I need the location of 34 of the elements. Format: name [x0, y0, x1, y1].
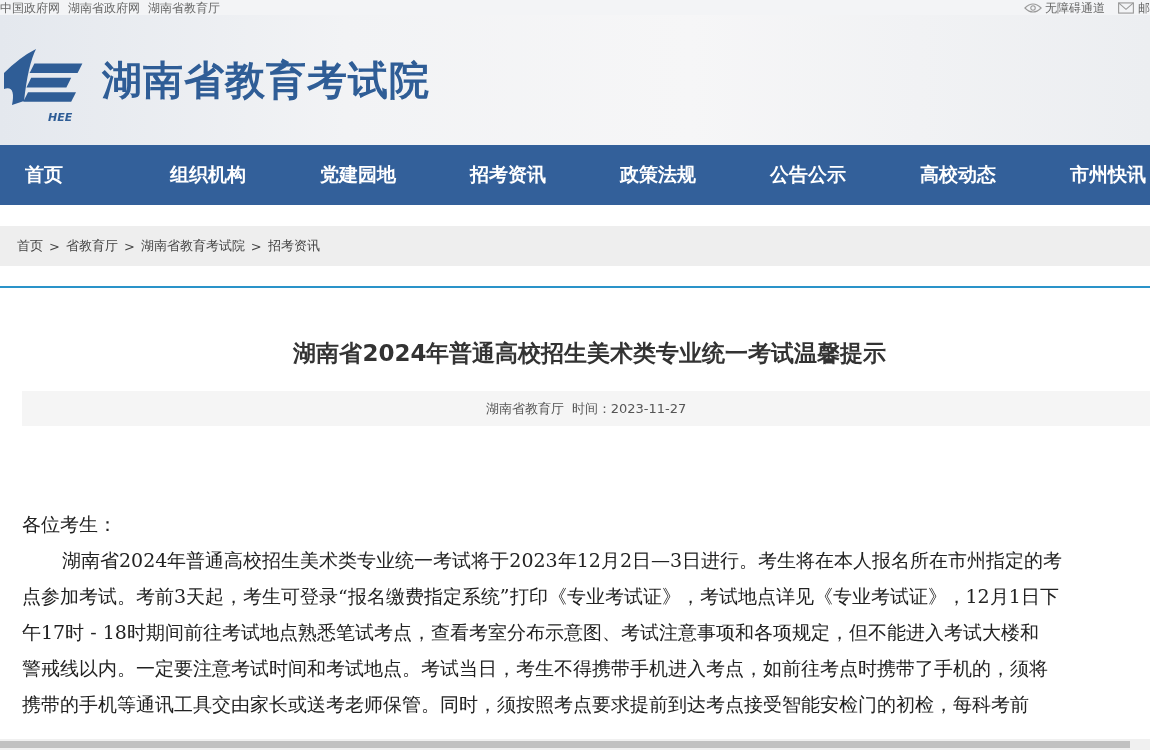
- mail-icon: [1117, 1, 1135, 14]
- paragraph-line: 湖南省2024年普通高校招生美术类专业统一考试将于2023年12月2日—3日进行。考生将在本人报名所在市州指定的考: [61, 548, 1064, 573]
- breadcrumb-separator: >: [250, 238, 262, 254]
- paragraph-line: 午17时 - 18时期间前往考试地点熟悉笔试考点，查看考室分布示意图、考试注意事项和各项规定，但不能进入考试大楼和: [22, 620, 1040, 645]
- top-link[interactable]: 湖南省教育厅: [148, 0, 220, 15]
- eye-icon: [1024, 1, 1042, 14]
- nav-item[interactable]: 公告公示: [750, 162, 900, 188]
- article-source: 湖南省教育厅: [485, 399, 564, 418]
- breadcrumb-link[interactable]: 省教育厅: [65, 237, 118, 255]
- greeting-text: 各位考生：: [22, 512, 118, 537]
- breadcrumb-link[interactable]: 首页: [17, 237, 43, 255]
- nav-item[interactable]: 市州快讯: [1050, 162, 1146, 188]
- nav-item[interactable]: 政策法规: [600, 162, 750, 188]
- top-link[interactable]: 无障碍通道: [1045, 0, 1105, 15]
- nav-item[interactable]: 高校动态: [900, 162, 1050, 188]
- paragraph-line: 警戒线以内。一定要注意考试时间和考试地点。考试当日，考生不得携带手机进入考点，如前往考点时携带了手机的，须将: [22, 656, 1049, 681]
- nav-item[interactable]: 首页: [25, 162, 150, 188]
- nav-item[interactable]: 组织机构: [150, 162, 300, 188]
- top-link[interactable]: 湖南省政府网: [68, 0, 140, 15]
- breadcrumb-link[interactable]: 湖南省教育考试院: [140, 237, 245, 255]
- site-name: 湖南省教育考试院: [102, 55, 430, 105]
- article-time: 时间：2023-11-27: [571, 399, 687, 418]
- top-link[interactable]: 中国政府网: [0, 0, 60, 15]
- breadcrumb-separator: >: [49, 238, 60, 254]
- paragraph-line: 携带的手机等通讯工具交由家长或送考老师保管。同时，须按照考点要求提前到达考点接受智能安检门的初检，每科考前: [22, 692, 1030, 717]
- article-title: 湖南省2024年普通高校招生美术类专业统一考试温馨提示: [292, 339, 888, 368]
- horizontal-scrollbar[interactable]: [0, 739, 1150, 750]
- nav-item[interactable]: 招考资讯: [450, 162, 600, 188]
- logo-text: HEE: [48, 111, 73, 124]
- top-link[interactable]: 邮: [1138, 0, 1150, 15]
- breadcrumb-link[interactable]: 招考资讯: [267, 237, 320, 255]
- paragraph-line: 点参加考试。考前3天起，考生可登录“报名缴费指定系统”打印《专业考试证》，考试地点详见《专业考试证》，12月1日下: [22, 584, 1060, 609]
- nav-item[interactable]: 党建园地: [300, 162, 450, 188]
- breadcrumb-separator: >: [123, 238, 135, 254]
